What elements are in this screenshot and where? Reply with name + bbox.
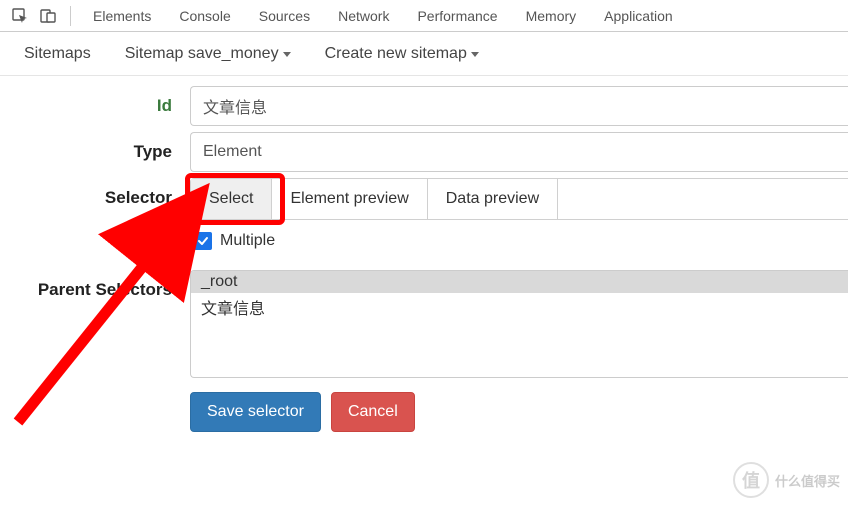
label-parent-selectors: Parent Selectors (0, 270, 190, 300)
save-selector-button[interactable]: Save selector (190, 392, 321, 432)
multiple-checkbox[interactable] (194, 232, 212, 250)
chevron-down-icon (283, 52, 291, 57)
cancel-button[interactable]: Cancel (331, 392, 415, 432)
watermark-text: 什么值得买 (775, 471, 840, 490)
form-actions: Save selector Cancel (190, 392, 848, 432)
toolbar-create-new-label: Create new sitemap (325, 45, 467, 63)
watermark: 值 什么值得买 (733, 462, 840, 498)
label-type: Type (0, 132, 190, 162)
data-preview-button[interactable]: Data preview (428, 179, 558, 219)
selector-button-group: Select Element preview Data preview (190, 178, 848, 220)
toolbar-sitemaps-label: Sitemaps (24, 45, 91, 63)
list-item[interactable]: _root (191, 271, 848, 293)
device-toolbar-icon[interactable] (34, 2, 62, 30)
chevron-down-icon (471, 52, 479, 57)
toolbar-create-new-sitemap[interactable]: Create new sitemap (325, 45, 479, 63)
watermark-icon: 值 (733, 462, 769, 498)
webscraper-toolbar: Sitemaps Sitemap save_money Create new s… (0, 32, 848, 76)
label-id: Id (0, 86, 190, 116)
label-selector: Selector (0, 178, 190, 208)
inspect-element-icon[interactable] (6, 2, 34, 30)
devtools-tab-application[interactable]: Application (590, 2, 687, 30)
toolbar-current-sitemap-label: Sitemap save_money (125, 45, 279, 63)
devtools-tab-memory[interactable]: Memory (512, 2, 591, 30)
devtools-tab-sources[interactable]: Sources (245, 2, 324, 30)
parent-selectors-listbox[interactable]: _root 文章信息 (190, 270, 848, 378)
multiple-label: Multiple (220, 232, 275, 250)
type-select[interactable]: Element (190, 132, 848, 172)
select-button[interactable]: Select (191, 179, 272, 219)
id-input[interactable] (190, 86, 848, 126)
devtools-tab-strip: Elements Console Sources Network Perform… (0, 0, 848, 32)
element-preview-button[interactable]: Element preview (272, 179, 427, 219)
devtools-tab-performance[interactable]: Performance (403, 2, 511, 30)
devtools-tab-network[interactable]: Network (324, 2, 403, 30)
devtools-tab-elements[interactable]: Elements (79, 2, 165, 30)
toolbar-sitemaps[interactable]: Sitemaps (24, 45, 91, 63)
devtools-tab-console[interactable]: Console (165, 2, 244, 30)
type-select-value: Element (203, 143, 262, 161)
selector-form: Id Type Element Selector Select Element … (0, 76, 848, 432)
toolbar-current-sitemap[interactable]: Sitemap save_money (125, 45, 291, 63)
divider (70, 6, 71, 26)
list-item[interactable]: 文章信息 (191, 293, 848, 321)
multiple-checkbox-row[interactable]: Multiple (190, 220, 848, 264)
